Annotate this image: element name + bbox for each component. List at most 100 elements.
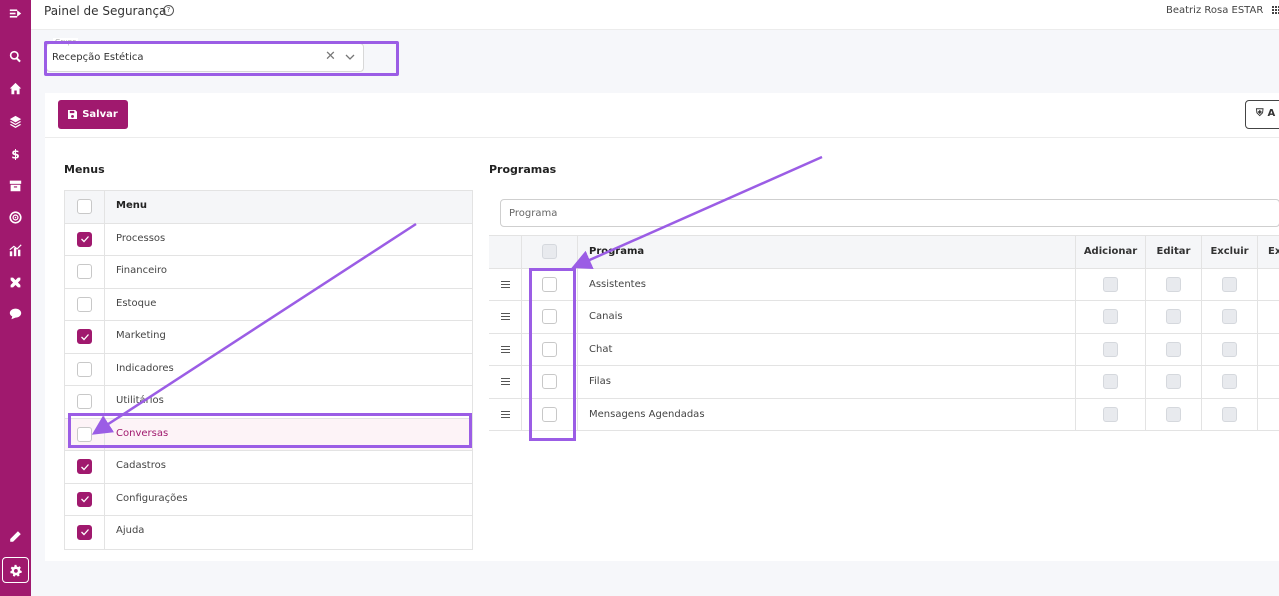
user-shield-icon: ⛨ — [1256, 108, 1264, 119]
chart-icon[interactable] — [0, 239, 31, 261]
main-panel: Salvar ⛨ A Menus Programas Menu Processo… — [45, 93, 1279, 561]
programs-table-header: Programa Adicionar Editar Excluir Ex — [489, 236, 1279, 269]
add-permission-checkbox[interactable] — [1103, 341, 1118, 357]
drag-handle-icon[interactable] — [500, 378, 510, 386]
program-column-header: Programa — [578, 236, 1076, 268]
menu-label: Indicadores — [116, 362, 174, 374]
delete-permission-checkbox[interactable] — [1222, 309, 1237, 325]
delete-column-header: Excluir — [1202, 236, 1258, 268]
svg-text:$: $ — [11, 147, 19, 160]
menu-row[interactable]: Financeiro — [65, 256, 472, 289]
sidebar: $ — [0, 0, 31, 596]
chat-bubble-icon[interactable] — [0, 302, 31, 324]
gear-icon[interactable] — [2, 557, 29, 583]
menu-checkbox[interactable] — [77, 361, 92, 377]
program-label: Filas — [578, 366, 1076, 398]
programs-table: Programa Adicionar Editar Excluir Ex Ass… — [489, 235, 1279, 431]
search-icon[interactable] — [0, 45, 31, 67]
add-permission-checkbox[interactable] — [1103, 276, 1118, 292]
edit-permission-checkbox[interactable] — [1166, 276, 1181, 292]
menu-label: Configurações — [116, 492, 188, 504]
edit-permission-checkbox[interactable] — [1166, 341, 1181, 357]
extra-column-header: Ex — [1268, 246, 1279, 258]
edit-column-header: Editar — [1146, 236, 1202, 268]
layers-icon[interactable] — [0, 110, 31, 132]
select-all-menus-checkbox[interactable] — [77, 199, 92, 215]
delete-permission-checkbox[interactable] — [1222, 276, 1237, 292]
program-row[interactable]: Assistentes — [489, 268, 1279, 301]
edit-permission-checkbox[interactable] — [1166, 406, 1181, 422]
menus-title: Menus — [64, 163, 105, 176]
annotation-highlight-group — [44, 41, 399, 76]
menus-table-header: Menu — [65, 191, 472, 224]
user-name[interactable]: Beatriz Rosa ESTAR — [1166, 5, 1263, 16]
menu-label: Utilitários — [116, 395, 164, 406]
drag-handle-icon[interactable] — [500, 280, 510, 288]
program-row[interactable]: Filas — [489, 366, 1279, 399]
page-title: Painel de Segurança — [44, 4, 167, 18]
menu-label: Processos — [116, 232, 166, 244]
pencil-icon[interactable] — [0, 525, 31, 547]
delete-permission-checkbox[interactable] — [1222, 374, 1237, 390]
program-search — [500, 199, 1279, 227]
target-icon[interactable] — [0, 206, 31, 228]
floppy-icon — [68, 110, 78, 119]
add-permission-checkbox[interactable] — [1103, 309, 1118, 325]
menu-label: Cadastros — [116, 460, 166, 471]
menu-row[interactable]: Indicadores — [65, 353, 472, 386]
menu-row[interactable]: Ajuda — [65, 516, 472, 549]
annotation-highlight-conversas — [68, 413, 472, 448]
delete-permission-checkbox[interactable] — [1222, 406, 1237, 422]
menu-row[interactable]: Configurações — [65, 483, 472, 516]
select-all-programs-checkbox[interactable] — [542, 244, 557, 260]
top-bar: Painel de Segurança ? Beatriz Rosa ESTAR — [31, 0, 1279, 30]
add-permission-checkbox[interactable] — [1103, 374, 1118, 390]
menus-table: Menu Processos Financeiro Estoque Market… — [64, 190, 473, 550]
menu-checkbox[interactable] — [77, 491, 92, 507]
menu-checkbox[interactable] — [77, 296, 92, 312]
save-button-label: Salvar — [82, 109, 118, 120]
menu-label: Financeiro — [116, 265, 168, 276]
menu-row[interactable]: Cadastros — [65, 451, 472, 484]
menu-row[interactable]: Estoque — [65, 288, 472, 321]
toolbar-right-button[interactable]: ⛨ A — [1245, 100, 1279, 129]
menu-label: Estoque — [116, 297, 157, 309]
apps-grid-icon[interactable] — [1272, 6, 1279, 15]
program-row[interactable]: Canais — [489, 301, 1279, 334]
program-search-input[interactable] — [501, 200, 1279, 226]
dollar-icon[interactable]: $ — [0, 142, 31, 164]
menu-label: Ajuda — [116, 525, 145, 536]
tools-icon[interactable] — [0, 271, 31, 293]
program-row[interactable]: Chat — [489, 333, 1279, 366]
add-permission-checkbox[interactable] — [1103, 406, 1118, 422]
program-label: Mensagens Agendadas — [578, 398, 1076, 430]
menu-checkbox[interactable] — [77, 524, 92, 540]
menu-checkbox[interactable] — [77, 329, 92, 345]
program-row[interactable]: Mensagens Agendadas — [489, 398, 1279, 431]
program-label: Chat — [578, 333, 1076, 365]
drag-handle-icon[interactable] — [500, 410, 510, 418]
menu-column-header: Menu — [116, 200, 147, 211]
menu-checkbox[interactable] — [77, 394, 92, 410]
menu-checkbox[interactable] — [77, 264, 92, 280]
home-icon[interactable] — [0, 77, 31, 99]
help-icon[interactable]: ? — [163, 5, 174, 16]
divider — [45, 137, 1279, 138]
drag-handle-icon[interactable] — [500, 313, 510, 321]
program-label: Assistentes — [578, 268, 1076, 300]
collapse-menu-icon[interactable] — [0, 2, 31, 24]
programs-title: Programas — [489, 163, 557, 176]
program-label: Canais — [578, 301, 1076, 333]
archive-icon[interactable] — [0, 174, 31, 196]
menu-row[interactable]: Processos — [65, 223, 472, 256]
save-button[interactable]: Salvar — [58, 100, 128, 129]
edit-permission-checkbox[interactable] — [1166, 374, 1181, 390]
delete-permission-checkbox[interactable] — [1222, 341, 1237, 357]
annotation-highlight-program-checkboxes — [529, 268, 576, 441]
menu-row[interactable]: Marketing — [65, 321, 472, 354]
menu-label: Marketing — [116, 330, 166, 341]
menu-checkbox[interactable] — [77, 459, 92, 475]
edit-permission-checkbox[interactable] — [1166, 309, 1181, 325]
menu-checkbox[interactable] — [77, 231, 92, 247]
drag-handle-icon[interactable] — [500, 345, 510, 353]
